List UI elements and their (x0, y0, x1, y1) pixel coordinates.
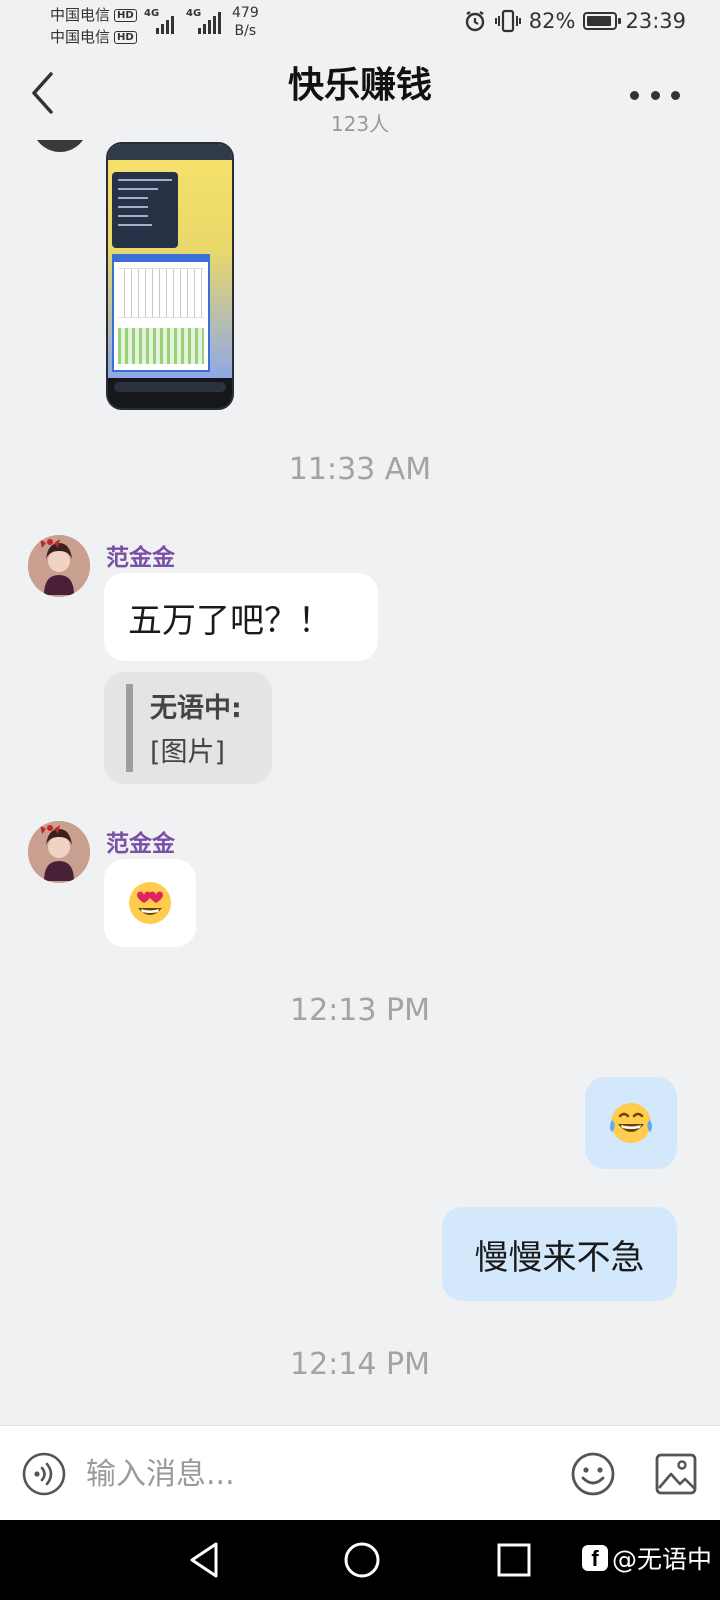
message-bubble[interactable] (104, 859, 196, 947)
watermark-text: @无语中 (611, 1545, 712, 1574)
network-type-2: 4G (186, 8, 202, 19)
timestamp: 12:13 PM (290, 993, 430, 1028)
hd-badge-1: HD (114, 8, 137, 22)
signal-indicators: 4G 4G (144, 8, 224, 34)
network-type-1: 4G (144, 8, 160, 19)
voice-button[interactable] (22, 1452, 66, 1496)
group-title: 快乐赚钱 (287, 65, 432, 106)
image-button[interactable] (654, 1452, 698, 1496)
sender-avatar[interactable] (28, 821, 90, 883)
system-nav-bar: f @无语中 (0, 1520, 720, 1600)
hd-badge-2: HD (114, 30, 137, 44)
message-text: 五万了吧？！ (128, 600, 332, 641)
message-input[interactable] (86, 1448, 546, 1500)
battery-percent: 82% (528, 9, 576, 33)
chat-header: 快乐赚钱 123人 (0, 50, 720, 140)
quote-author: 无语中: (150, 693, 242, 724)
network-speed: 479 B/s (232, 4, 259, 40)
signal-strength-icon: 4G (144, 8, 178, 34)
timestamp: 12:14 PM (290, 1347, 430, 1382)
status-right: 82% 23:39 (463, 9, 686, 33)
clock: 23:39 (625, 9, 686, 33)
quote-bar (126, 684, 133, 772)
image-message[interactable] (106, 142, 234, 410)
more-options-button[interactable] (630, 80, 680, 110)
message-input-bar (0, 1425, 720, 1520)
message-list[interactable]: 11:33 AM 范金金 五万了吧？！ 无语中: [图片] 范金金 12:13 … (0, 140, 720, 1425)
alarm-icon (465, 11, 484, 32)
quoted-reply[interactable]: 无语中: [图片] (104, 672, 272, 784)
quote-text: [图片] (150, 737, 226, 768)
carrier-name-2: 中国电信 (50, 28, 111, 46)
emoji-icon (571, 1452, 615, 1496)
timestamp: 11:33 AM (288, 452, 432, 487)
battery-icon (583, 12, 622, 30)
network-speed-unit: B/s (234, 23, 257, 39)
network-speed-value: 479 (232, 5, 259, 21)
nav-back-icon (190, 1542, 218, 1578)
avatar-image (28, 535, 90, 597)
member-count: 123人 (330, 112, 390, 136)
image-icon (655, 1453, 697, 1495)
sender-name[interactable]: 范金金 (106, 538, 175, 572)
status-bar: 中国电信 HD 中国电信 HD 4G 4G 479 B/s 82% 23:39 (0, 0, 720, 50)
nav-home-icon (344, 1542, 380, 1578)
nav-recent-icon (497, 1543, 531, 1577)
tears-of-joy-emoji-icon (610, 1103, 652, 1143)
carrier-name-1: 中国电信 (50, 6, 111, 24)
avatar-image (28, 821, 90, 883)
facebook-logo-icon: f (581, 1545, 608, 1571)
voice-icon (22, 1452, 66, 1496)
sender-avatar[interactable] (28, 535, 90, 597)
my-message-bubble[interactable] (585, 1077, 677, 1169)
signal-strength-icon-2: 4G (186, 8, 224, 34)
more-dot (671, 90, 680, 100)
more-dot (650, 90, 660, 100)
vibrate-icon (494, 9, 521, 33)
watermark: f @无语中 (581, 1540, 712, 1576)
avatar[interactable] (32, 140, 88, 152)
more-dots-icon (630, 90, 639, 100)
emoji-button[interactable] (570, 1451, 616, 1497)
nav-recent-button[interactable] (496, 1542, 532, 1578)
nav-home-button[interactable] (342, 1540, 382, 1580)
message-text: 慢慢来不急 (474, 1237, 645, 1278)
message-bubble[interactable]: 五万了吧？！ (104, 573, 378, 661)
nav-back-button[interactable] (186, 1540, 226, 1580)
carrier-info: 中国电信 HD 中国电信 HD (50, 4, 137, 48)
heart-eyes-emoji-icon (129, 882, 171, 924)
sender-name[interactable]: 范金金 (106, 824, 175, 858)
my-message-bubble[interactable]: 慢慢来不急 (442, 1207, 677, 1301)
